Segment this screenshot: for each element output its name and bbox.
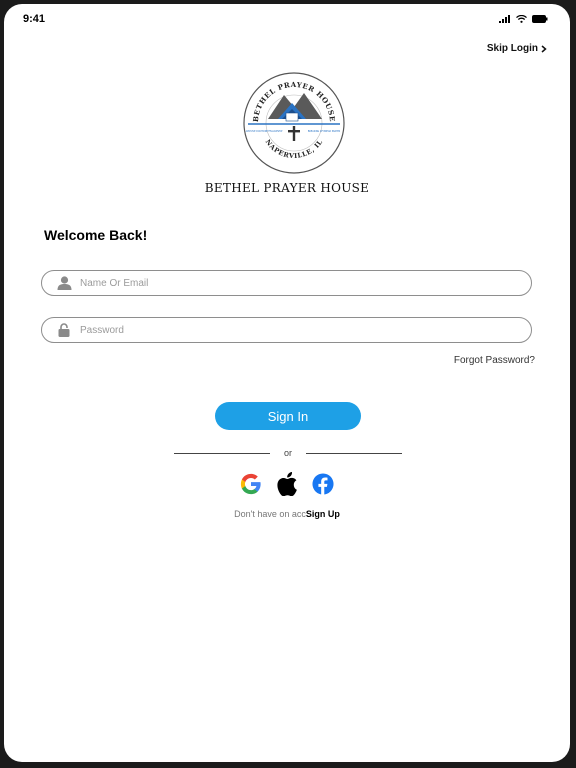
wifi-icon <box>516 15 527 23</box>
lock-icon <box>56 322 72 338</box>
sign-in-button[interactable]: Sign In <box>215 402 361 430</box>
apple-icon <box>277 472 297 496</box>
or-divider: or <box>174 448 402 460</box>
sign-up-link[interactable]: Sign Up <box>306 509 340 519</box>
church-logo: BETHEL PRAYER HOUSE NAPERVILLE, IL APOST… <box>243 72 345 174</box>
password-input[interactable] <box>78 323 502 337</box>
status-time: 9:41 <box>23 13 46 25</box>
social-login-row <box>4 472 570 496</box>
divider-line-right <box>306 453 402 454</box>
apple-login-button[interactable] <box>275 472 299 496</box>
welcome-heading: Welcome Back! <box>44 227 148 243</box>
facebook-icon <box>312 473 334 495</box>
signup-row: Don't have on accSign Up <box>4 509 570 519</box>
name-email-field[interactable] <box>41 270 532 296</box>
forgot-password-link[interactable]: Forgot Password? <box>454 355 535 366</box>
app-screen: 9:41 Skip Login BETHEL PRAYER HOUSE NAPE… <box>4 4 570 762</box>
cellular-signal-icon <box>499 15 510 23</box>
name-email-input[interactable] <box>78 276 502 290</box>
chevron-right-icon <box>541 44 547 53</box>
signup-prompt: Don't have on acc <box>234 509 306 519</box>
brand-name: BETHEL PRAYER HOUSE <box>204 181 370 195</box>
google-icon <box>240 473 261 495</box>
battery-icon <box>532 15 548 23</box>
status-icons <box>499 15 548 23</box>
facebook-login-button[interactable] <box>311 472 335 496</box>
logo-left-text: APOSTLE DOCTRINE FELLOWSHIP <box>246 130 283 133</box>
skip-login-label: Skip Login <box>486 43 538 54</box>
user-icon <box>56 275 72 291</box>
logo-right-text: BREAKING OF BREAD PRAYER <box>308 130 341 133</box>
password-field[interactable] <box>41 317 532 343</box>
google-login-button[interactable] <box>239 472 263 496</box>
skip-login-button[interactable]: Skip Login <box>487 43 547 54</box>
